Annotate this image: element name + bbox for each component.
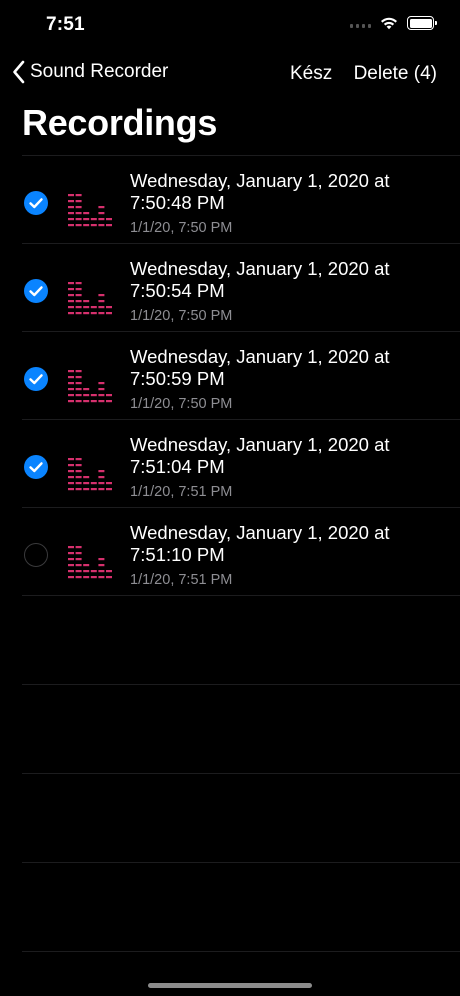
checkmark-circle-icon[interactable] — [24, 191, 48, 215]
home-indicator — [148, 983, 312, 988]
recording-date: 1/1/20, 7:51 PM — [130, 484, 233, 500]
recording-date: 1/1/20, 7:50 PM — [130, 220, 233, 236]
recording-date: 1/1/20, 7:51 PM — [130, 572, 233, 588]
chevron-left-icon — [13, 60, 25, 84]
recording-title: Wednesday, January 1, 2020 at 7:50:48 PM — [130, 170, 460, 214]
recording-date: 1/1/20, 7:50 PM — [130, 308, 233, 324]
wifi-icon — [381, 17, 397, 30]
waveform-icon — [68, 282, 112, 315]
waveform-thumbnail — [68, 366, 114, 409]
recording-row[interactable]: Wednesday, January 1, 2020 at 7:50:54 PM 1… — [22, 244, 460, 332]
recording-row[interactable]: Wednesday, January 1, 2020 at 7:50:48 PM 1… — [22, 156, 460, 244]
delete-button[interactable]: Delete (4) — [354, 63, 437, 85]
recording-title-line1: Wednesday, January 1, 2020 at — [130, 434, 390, 455]
recording-row[interactable]: Wednesday, January 1, 2020 at 7:51:04 PM 1… — [22, 420, 460, 508]
waveform-icon — [68, 194, 112, 227]
status-icons — [350, 16, 437, 30]
recording-title: Wednesday, January 1, 2020 at 7:51:10 PM — [130, 522, 460, 566]
checkmark-circle-icon[interactable] — [24, 279, 48, 303]
recording-row[interactable]: Wednesday, January 1, 2020 at 7:50:59 PM 1… — [22, 332, 460, 420]
status-time: 7:51 — [46, 14, 85, 35]
waveform-icon — [68, 546, 112, 579]
recording-title-line1: Wednesday, January 1, 2020 at — [130, 170, 390, 191]
recording-title: Wednesday, January 1, 2020 at 7:50:54 PM — [130, 258, 460, 302]
recording-row[interactable]: Wednesday, January 1, 2020 at 7:51:10 PM 1… — [22, 508, 460, 596]
back-button[interactable]: Sound Recorder — [12, 60, 168, 84]
back-button-label: Sound Recorder — [30, 61, 169, 82]
waveform-icon — [68, 370, 112, 403]
recording-title-line2: 7:51:04 PM — [130, 456, 225, 477]
cellular-signal-icon — [350, 18, 371, 28]
recording-title: Wednesday, January 1, 2020 at 7:50:59 PM — [130, 346, 460, 390]
empty-row — [22, 774, 460, 863]
done-button[interactable]: Kész — [290, 63, 332, 85]
recording-title-line2: 7:51:10 PM — [130, 544, 225, 565]
waveform-thumbnail — [68, 278, 114, 321]
checkmark-circle-icon[interactable] — [24, 367, 48, 391]
battery-icon — [407, 16, 437, 30]
recording-date: 1/1/20, 7:50 PM — [130, 396, 233, 412]
page-title: Recordings — [22, 102, 218, 143]
empty-row — [22, 863, 460, 952]
waveform-thumbnail — [68, 542, 114, 585]
recording-title-line1: Wednesday, January 1, 2020 at — [130, 258, 390, 279]
status-bar: 7:51 — [0, 0, 460, 50]
waveform-thumbnail — [68, 454, 114, 497]
recording-title-line2: 7:50:59 PM — [130, 368, 225, 389]
checkmark-circle-icon[interactable] — [24, 455, 48, 479]
empty-row — [22, 685, 460, 774]
recording-title: Wednesday, January 1, 2020 at 7:51:04 PM — [130, 434, 460, 478]
empty-row — [22, 596, 460, 685]
recording-title-line1: Wednesday, January 1, 2020 at — [130, 522, 390, 543]
recording-title-line2: 7:50:48 PM — [130, 192, 225, 213]
navigation-bar: Sound Recorder Kész Delete (4) — [0, 54, 460, 94]
empty-circle-icon[interactable] — [24, 543, 48, 567]
recording-title-line1: Wednesday, January 1, 2020 at — [130, 346, 390, 367]
recordings-list: Wednesday, January 1, 2020 at 7:50:48 PM 1… — [0, 155, 460, 952]
recording-title-line2: 7:50:54 PM — [130, 280, 225, 301]
waveform-icon — [68, 458, 112, 491]
waveform-thumbnail — [68, 190, 114, 233]
